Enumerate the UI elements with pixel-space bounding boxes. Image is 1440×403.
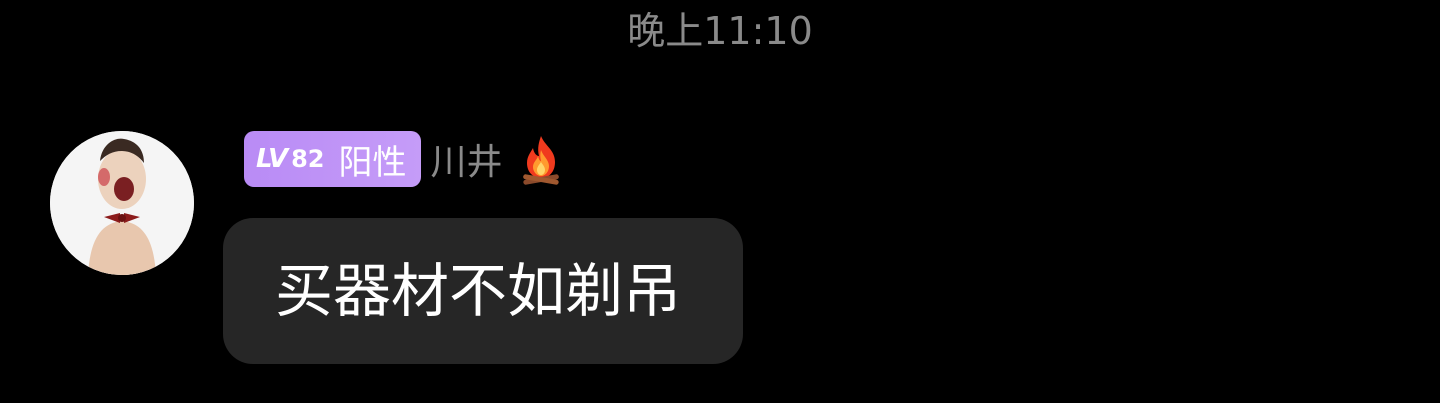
fire-icon [515,132,567,186]
level-badge[interactable]: LV 82 阳性 [244,131,421,187]
level-prefix: LV [256,144,288,174]
level-title: 阳性 [338,142,407,183]
chat-message: LV 82 阳性 川井 买器材不如剃吊 [0,0,1440,403]
level-number: 82 [291,145,325,173]
avatar-image [50,131,194,275]
message-header: LV 82 阳性 川井 [244,130,567,188]
sender-username[interactable]: 川井 [431,133,503,185]
avatar[interactable] [50,131,194,275]
message-text: 买器材不如剃吊 [275,257,682,325]
message-bubble[interactable]: 买器材不如剃吊 [223,218,743,364]
